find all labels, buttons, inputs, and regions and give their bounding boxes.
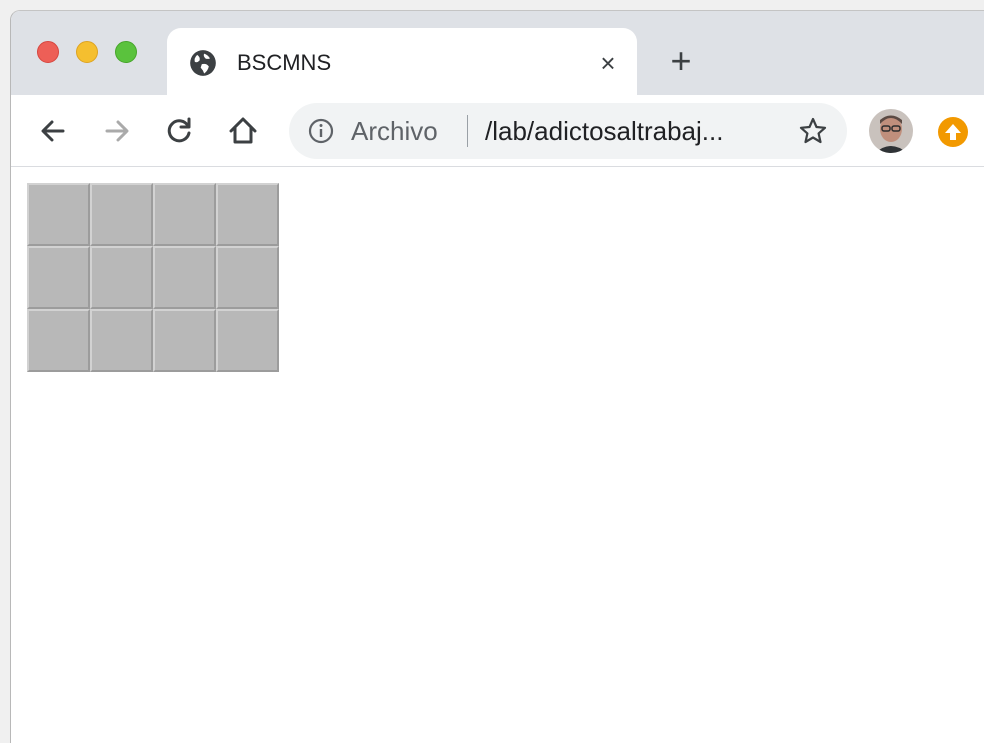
window-close-button[interactable]	[37, 41, 59, 63]
home-icon	[229, 117, 257, 144]
tab-title: BSCMNS	[237, 50, 332, 75]
grid-cell[interactable]	[90, 246, 153, 309]
browser-window: BSCMNS × + Archivo /lab/adictosaltrabaj.…	[10, 10, 984, 743]
page-content	[11, 168, 984, 743]
info-icon[interactable]	[307, 117, 335, 145]
grid-cell[interactable]	[216, 246, 279, 309]
reload-button[interactable]	[159, 111, 199, 151]
forward-button[interactable]	[97, 111, 137, 151]
window-maximize-button[interactable]	[115, 41, 137, 63]
grid-cell[interactable]	[27, 246, 90, 309]
grid-cell[interactable]	[216, 309, 279, 372]
grid-cell[interactable]	[153, 309, 216, 372]
grid-cell[interactable]	[27, 183, 90, 246]
url-text[interactable]: /lab/adictosaltrabaj...	[485, 116, 775, 146]
tab-close-button[interactable]: ×	[593, 48, 623, 78]
globe-icon	[189, 49, 217, 77]
grid-cell[interactable]	[153, 183, 216, 246]
window-minimize-button[interactable]	[76, 41, 98, 63]
profile-avatar[interactable]	[869, 109, 913, 153]
star-icon[interactable]	[797, 115, 829, 147]
grid-cell[interactable]	[153, 246, 216, 309]
reload-icon	[167, 117, 191, 143]
omnibox-divider	[467, 115, 468, 147]
back-button[interactable]	[33, 111, 73, 151]
grid-cell[interactable]	[216, 183, 279, 246]
tab-active[interactable]: BSCMNS ×	[167, 28, 637, 95]
arrow-left-icon	[41, 120, 65, 142]
address-bar[interactable]: Archivo /lab/adictosaltrabaj...	[289, 103, 847, 159]
upload-arrow-icon[interactable]	[937, 116, 969, 148]
tile-grid	[27, 183, 279, 372]
home-button[interactable]	[223, 111, 263, 151]
grid-cell[interactable]	[90, 309, 153, 372]
grid-cell[interactable]	[90, 183, 153, 246]
browser-toolbar: Archivo /lab/adictosaltrabaj...	[11, 95, 984, 167]
new-tab-button[interactable]: +	[659, 41, 703, 85]
security-label: Archivo	[351, 116, 438, 146]
arrow-right-icon	[105, 120, 129, 142]
tab-strip: BSCMNS × +	[11, 11, 984, 95]
grid-cell[interactable]	[27, 309, 90, 372]
